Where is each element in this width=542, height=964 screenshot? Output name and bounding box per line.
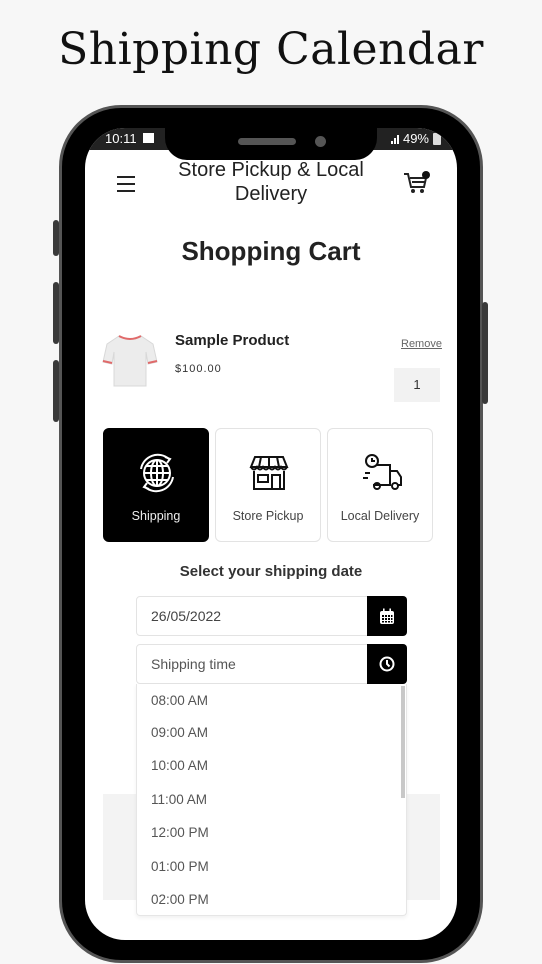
signal-icon xyxy=(390,134,399,144)
method-store-pickup[interactable]: Store Pickup xyxy=(215,428,321,542)
delivery-method-selector: Shipping Store Pickup Local Delivery xyxy=(103,428,433,542)
store-title: Store Pickup & Local Delivery xyxy=(178,159,364,205)
phone-power-button xyxy=(482,302,488,404)
cart-badge-dot xyxy=(422,171,430,179)
time-option[interactable]: 01:00 PM xyxy=(137,852,406,886)
method-shipping[interactable]: Shipping xyxy=(103,428,209,542)
product-price: $100.00 xyxy=(175,363,222,375)
time-option[interactable]: 02:00 PM xyxy=(137,885,406,915)
method-label: Store Pickup xyxy=(232,509,304,523)
battery-percent: 49% xyxy=(402,131,429,146)
page-title: Shopping Cart xyxy=(181,236,361,266)
shipping-time-dropdown: 08:00 AM 09:00 AM 10:00 AM 11:00 AM 12:0… xyxy=(136,684,407,916)
method-label: Shipping xyxy=(131,509,181,523)
phone-side-button xyxy=(53,220,59,256)
hamburger-menu-icon[interactable] xyxy=(117,176,135,197)
cart-icon[interactable] xyxy=(403,170,431,196)
globe-sync-icon xyxy=(140,453,174,493)
remove-item-link[interactable]: Remove xyxy=(401,338,442,350)
dropdown-scrollbar[interactable] xyxy=(401,686,405,798)
calendar-button[interactable] xyxy=(367,596,407,636)
method-label: Local Delivery xyxy=(340,509,420,523)
time-option[interactable]: 08:00 AM xyxy=(137,684,406,718)
shipping-time-placeholder: Shipping time xyxy=(151,656,236,672)
calendar-icon xyxy=(380,608,394,624)
speaker-grille xyxy=(238,138,296,145)
method-local-delivery[interactable]: Local Delivery xyxy=(327,428,433,542)
product-image[interactable] xyxy=(101,330,159,392)
quantity-input[interactable]: 1 xyxy=(394,368,440,402)
gallery-notification-icon xyxy=(143,133,154,143)
product-name[interactable]: Sample Product xyxy=(175,332,289,349)
shipping-time-select[interactable]: Shipping time xyxy=(136,644,407,684)
shipping-date-label: Select your shipping date xyxy=(179,563,363,580)
promo-headline: Shipping Calendar xyxy=(58,24,484,75)
time-option[interactable]: 10:00 AM xyxy=(137,751,406,785)
time-option[interactable]: 11:00 AM xyxy=(137,785,406,819)
phone-volume-up-button xyxy=(53,282,59,344)
phone-screen: 10:11 49% Store Pickup & Local Delivery … xyxy=(85,128,457,940)
storefront-icon xyxy=(249,456,289,490)
delivery-truck-clock-icon xyxy=(363,454,402,490)
phone-notch xyxy=(165,108,377,160)
shipping-date-input[interactable]: 26/05/2022 xyxy=(136,596,407,636)
time-option[interactable]: 09:00 AM xyxy=(137,718,406,752)
time-option[interactable]: 12:00 PM xyxy=(137,818,406,852)
phone-volume-down-button xyxy=(53,360,59,422)
battery-icon xyxy=(433,132,441,145)
clock-button[interactable] xyxy=(367,644,407,684)
clock-icon xyxy=(379,656,395,672)
front-camera xyxy=(315,136,326,147)
status-time: 10:11 xyxy=(105,131,137,146)
shipping-date-value: 26/05/2022 xyxy=(151,608,222,624)
